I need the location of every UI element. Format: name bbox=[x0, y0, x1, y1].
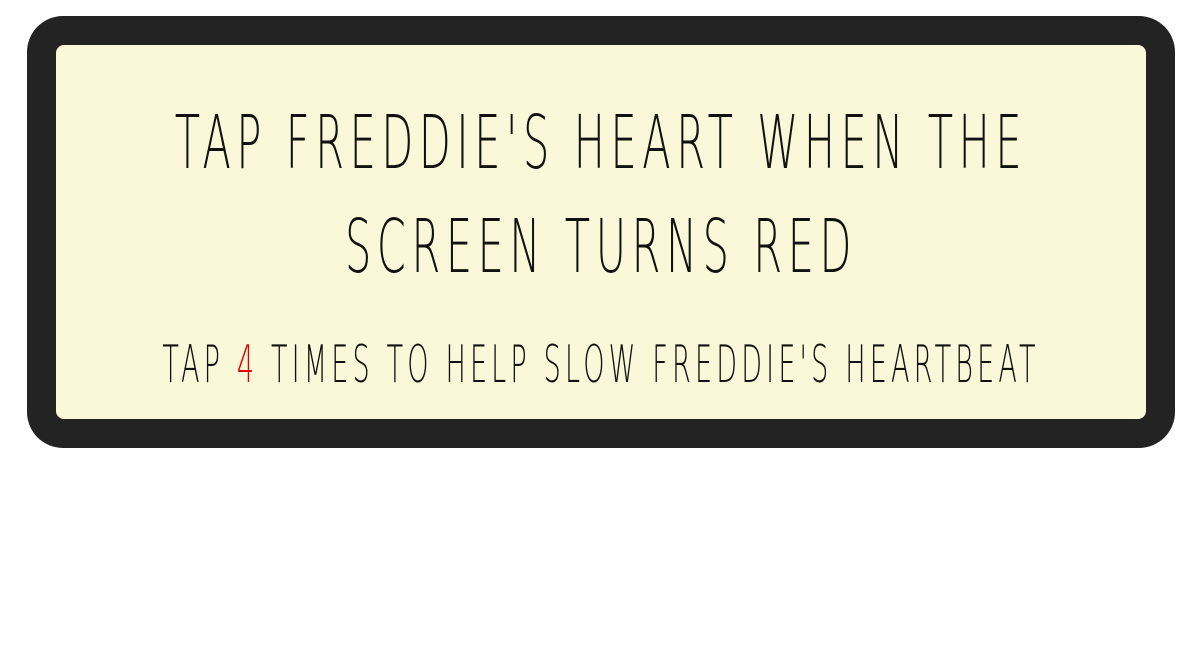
subtitle-suffix: times to help slow Freddie's heartbeat bbox=[258, 335, 1040, 395]
instruction-subtitle: Tap 4 times to help slow Freddie's heart… bbox=[107, 333, 1095, 397]
instruction-title: Tap Freddie's heart when the screen turn… bbox=[174, 100, 1028, 290]
instruction-frame: Tap Freddie's heart when the screen turn… bbox=[27, 16, 1175, 448]
subtitle-prefix: Tap bbox=[162, 335, 237, 395]
instruction-panel: Tap Freddie's heart when the screen turn… bbox=[56, 45, 1146, 419]
tap-count: 4 bbox=[236, 335, 259, 395]
